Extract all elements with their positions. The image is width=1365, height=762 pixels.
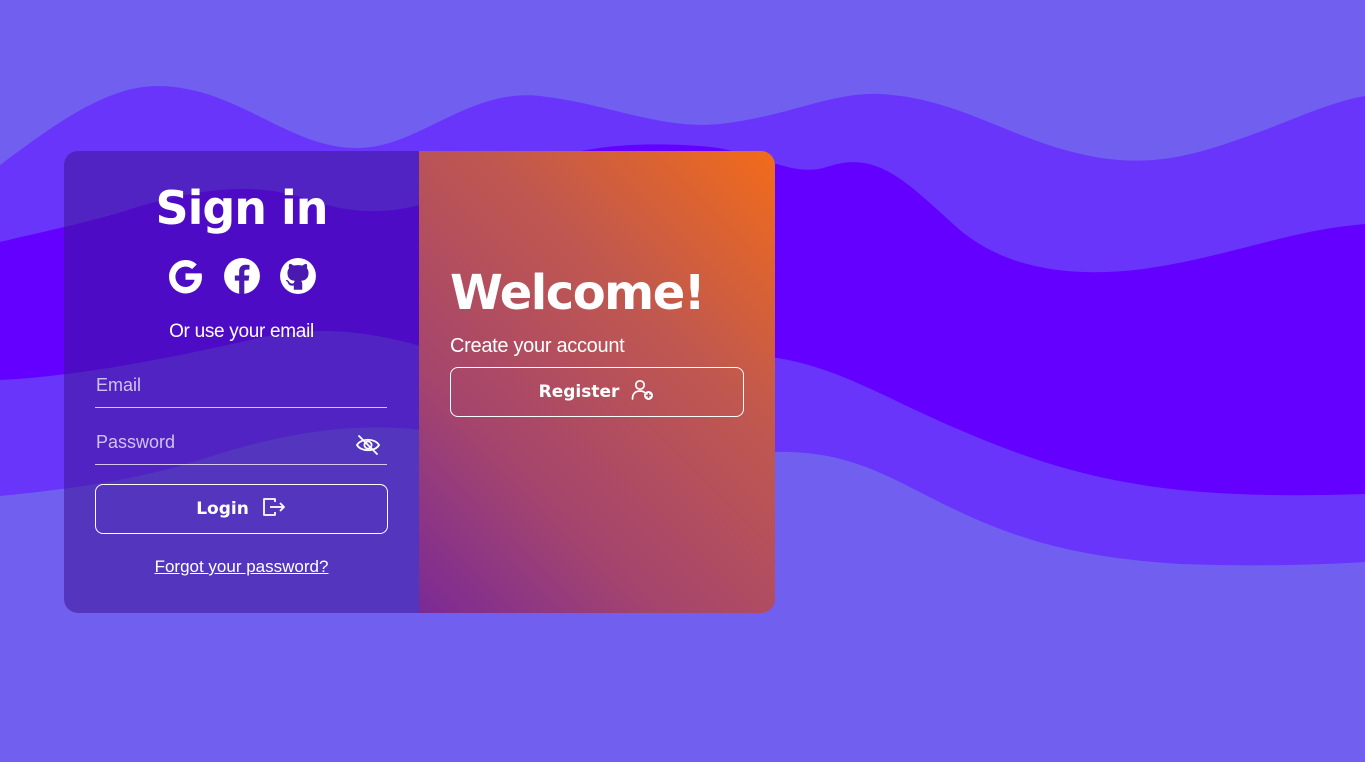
signin-title: Sign in bbox=[155, 181, 328, 235]
create-account-text: Create your account bbox=[450, 335, 625, 357]
signin-panel: Sign in Or use your email Email Login Fo… bbox=[64, 151, 419, 613]
login-button-label: Login bbox=[196, 499, 249, 519]
email-field bbox=[95, 365, 387, 408]
sign-out-icon bbox=[261, 496, 287, 523]
login-button[interactable]: Login bbox=[95, 484, 388, 534]
github-icon[interactable] bbox=[279, 257, 317, 295]
user-add-icon bbox=[631, 379, 655, 406]
welcome-panel: Welcome! Create your account Register bbox=[419, 151, 775, 613]
forgot-password-link[interactable]: Forgot your password? bbox=[64, 557, 419, 577]
password-input[interactable] bbox=[96, 424, 346, 460]
google-icon[interactable] bbox=[167, 257, 205, 295]
eye-slash-icon[interactable] bbox=[355, 434, 381, 456]
register-button[interactable]: Register bbox=[450, 367, 744, 417]
welcome-title: Welcome! bbox=[450, 265, 706, 321]
register-button-label: Register bbox=[538, 382, 620, 402]
social-login-row bbox=[64, 257, 419, 295]
email-input[interactable] bbox=[96, 367, 346, 403]
facebook-icon[interactable] bbox=[223, 257, 261, 295]
or-use-email-text: Or use your email bbox=[169, 321, 314, 342]
password-field bbox=[95, 422, 387, 465]
auth-card: Sign in Or use your email Email Login Fo… bbox=[64, 151, 775, 613]
